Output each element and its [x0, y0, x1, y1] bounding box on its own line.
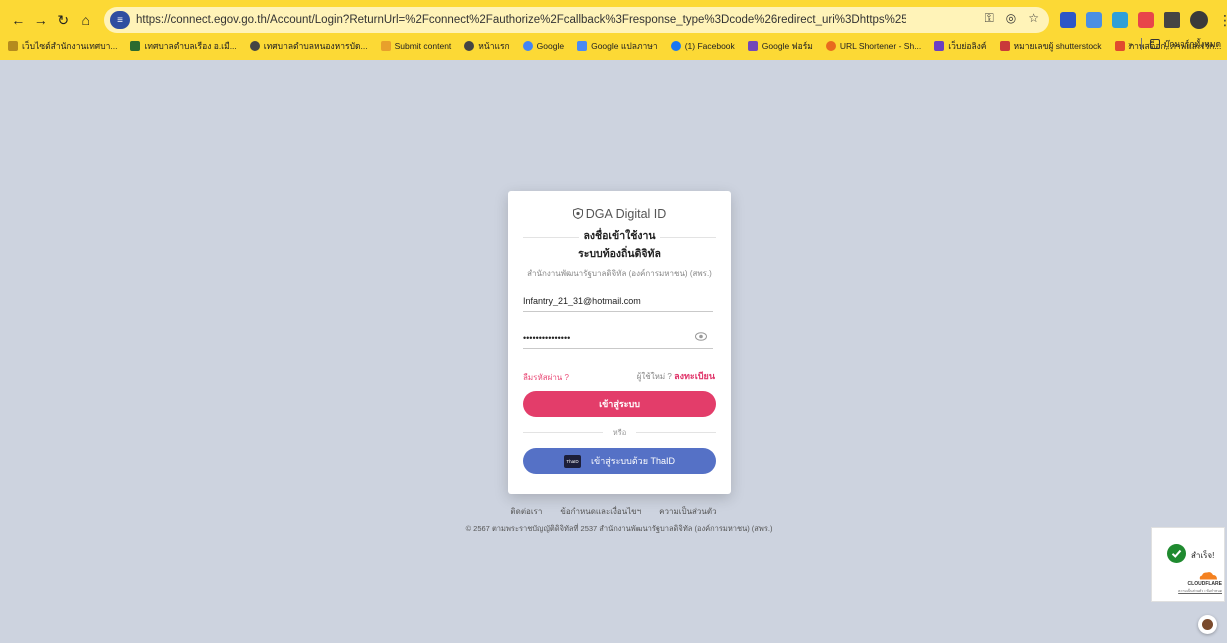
or-divider: หรือ: [523, 427, 716, 437]
bookmark-item[interactable]: (1) Facebook: [670, 41, 735, 51]
bookmark-favicon-icon: [380, 41, 391, 51]
brand: DGA Digital ID: [508, 207, 731, 221]
bookmark-item[interactable]: Submit content: [380, 41, 451, 51]
password-input[interactable]: [523, 330, 683, 346]
cookie-icon: [1202, 619, 1213, 630]
back-icon[interactable]: ←: [8, 9, 29, 31]
bookmark-item[interactable]: URL Shortener - Sh...: [825, 41, 921, 51]
bookmark-favicon-icon: [8, 41, 18, 51]
privacy-link[interactable]: ความเป็นส่วนตัว: [659, 505, 716, 518]
page-title: ลงชื่อเข้าใช้งาน: [508, 227, 731, 244]
cloudflare-widget[interactable]: สำเร็จ! CLOUDFLARE ความเป็นส่วนตัว • ข้อ…: [1151, 527, 1225, 602]
browser-toolbar: ← → ↻ ⌂ ≡ https://connect.egov.go.th/Acc…: [0, 6, 1227, 34]
bookmark-favicon-icon: [130, 41, 141, 51]
or-text: หรือ: [612, 428, 627, 437]
footer-links: ติดต่อเรา ข้อกำหนดและเงื่อนไขฯ ความเป็นส…: [0, 505, 1227, 518]
thaid-button-label: เข้าสู่ระบบด้วย ThaID: [590, 456, 676, 466]
puzzle-icon[interactable]: [1164, 12, 1180, 28]
more-bookmarks-button[interactable]: »: [1128, 39, 1133, 49]
terms-link[interactable]: ข้อกำหนดและเงื่อนไขฯ: [560, 505, 641, 518]
login-card: DGA Digital ID ลงชื่อเข้าใช้งาน ระบบท้อง…: [508, 191, 731, 494]
bookmark-item[interactable]: Google แปลภาษา: [577, 39, 658, 53]
link-icon: [825, 41, 836, 51]
new-user-text: ผู้ใช้ใหม่ ? ลงทะเบียน: [636, 371, 715, 381]
menu-icon[interactable]: ⋮: [1218, 12, 1227, 29]
bookmark-favicon-icon: [1114, 41, 1125, 51]
extension-icon[interactable]: [1138, 12, 1154, 28]
bookmark-favicon-icon: [934, 41, 945, 51]
google-icon: [522, 41, 533, 51]
forward-icon[interactable]: →: [31, 9, 52, 31]
check-icon: [1167, 544, 1186, 563]
brand-name: DGA Digital ID: [585, 207, 667, 221]
url-text: https://connect.egov.go.th/Account/Login…: [136, 14, 906, 26]
bookmark-item[interactable]: เว็บย่อลิงค์: [934, 39, 987, 53]
register-link[interactable]: ลงทะเบียน: [674, 371, 715, 381]
email-input[interactable]: [523, 293, 683, 309]
email-field[interactable]: [523, 291, 713, 312]
address-bar[interactable]: ≡ https://connect.egov.go.th/Account/Log…: [104, 7, 1049, 33]
extensions: ⋮: [1060, 11, 1227, 29]
browser-chrome: ← → ↻ ⌂ ≡ https://connect.egov.go.th/Acc…: [0, 0, 1227, 60]
thaid-logo: ThaID: [563, 454, 581, 468]
divider: [1140, 38, 1142, 50]
contact-link[interactable]: ติดต่อเรา: [510, 505, 542, 518]
avatar[interactable]: [1190, 11, 1208, 29]
globe-icon: [249, 41, 260, 51]
forgot-password-link[interactable]: ลืมรหัสผ่าน ?: [523, 371, 569, 384]
nav-buttons: ← → ↻ ⌂: [0, 9, 96, 31]
reload-icon[interactable]: ↻: [53, 9, 74, 31]
forms-icon: [747, 41, 758, 51]
cloudflare-logo-icon: [1199, 572, 1217, 580]
bookmark-item[interactable]: เทศบาลตำบลเรือง อ.เมื...: [130, 39, 237, 53]
copyright: © 2567 ตามพระราชบัญญัติดิจิทัลที่ 2537 ส…: [465, 524, 773, 533]
cloudflare-links[interactable]: ความเป็นส่วนตัว • ข้อกำหนด: [1152, 588, 1222, 594]
bookmark-item[interactable]: เว็บไซต์สำนักงานเทศบา...: [8, 39, 117, 53]
key-icon[interactable]: ⚿: [985, 11, 994, 26]
bookmark-item[interactable]: หมายเลขผู้ shutterstock: [999, 39, 1102, 53]
bookmarks-bar: เว็บไซต์สำนักงานเทศบา... เทศบาลตำบลเรือง…: [0, 37, 1227, 55]
bookmark-item[interactable]: Google ฟอร์ม: [747, 39, 813, 53]
shield-icon: [572, 208, 583, 219]
organization-name: สำนักงานพัฒนารัฐบาลดิจิทัล (องค์การมหาชน…: [527, 269, 712, 278]
eye-off-icon[interactable]: ◎: [1006, 11, 1016, 26]
verification-status: สำเร็จ!: [1191, 551, 1215, 560]
extension-floating-icon[interactable]: [1198, 615, 1217, 634]
shutterstock-icon: [999, 41, 1010, 51]
star-icon[interactable]: ☆: [1028, 11, 1039, 26]
thaid-login-button[interactable]: ThaID เข้าสู่ระบบด้วย ThaID: [523, 448, 716, 474]
show-password-icon[interactable]: [695, 332, 707, 341]
home-icon[interactable]: ⌂: [76, 9, 97, 31]
extension-icon[interactable]: [1112, 12, 1128, 28]
password-field[interactable]: [523, 328, 713, 349]
folder-icon: [1149, 39, 1160, 49]
extension-icon[interactable]: [1086, 12, 1102, 28]
site-info-icon[interactable]: ≡: [110, 11, 130, 29]
translate-icon: [577, 41, 588, 51]
facebook-icon: [670, 41, 681, 51]
system-name: ระบบท้องถิ่นดิจิทัล: [578, 248, 661, 260]
extension-icon[interactable]: [1060, 12, 1076, 28]
bookmark-item[interactable]: เทศบาลตำบลหนองหารบัด...: [249, 39, 368, 53]
bookmark-item[interactable]: Google: [522, 41, 564, 51]
login-button[interactable]: เข้าสู่ระบบ: [523, 391, 716, 417]
cloudflare-brand: CLOUDFLARE: [1187, 581, 1222, 587]
globe-icon: [464, 41, 475, 51]
bookmark-item[interactable]: หน้าแรก: [464, 39, 510, 53]
all-bookmarks-button[interactable]: บุ๊กมาร์กทั้งหมด: [1149, 37, 1221, 51]
